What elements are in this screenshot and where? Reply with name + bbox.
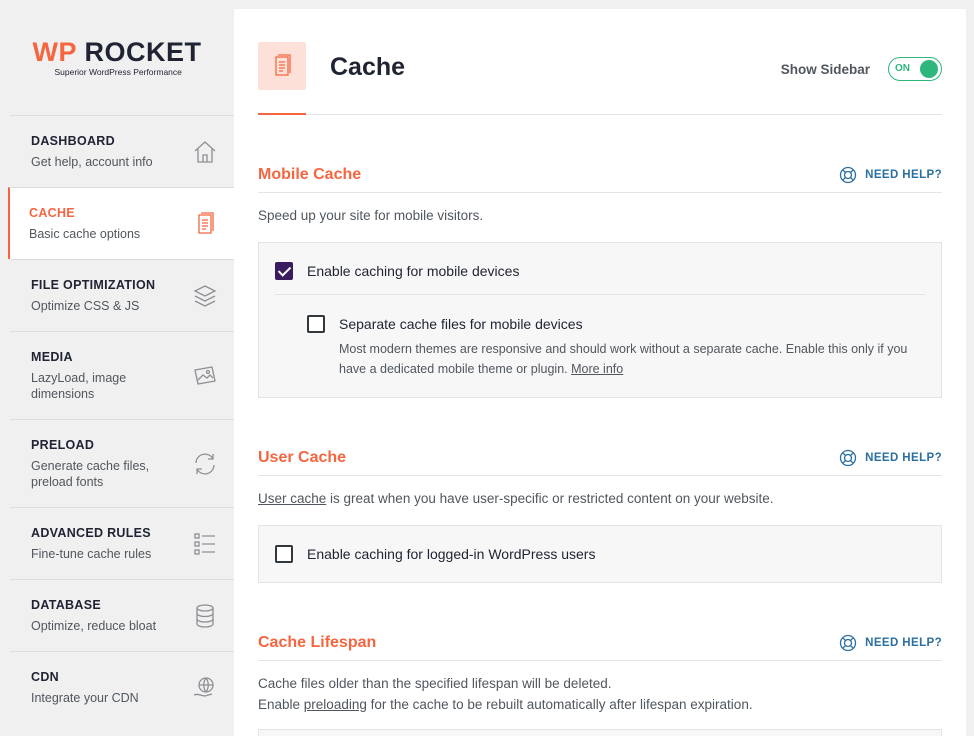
section-description: Speed up your site for mobile visitors. — [258, 208, 484, 223]
image-icon — [194, 365, 216, 385]
user-cache-section: User Cache NEED HELP? User cache is grea… — [258, 441, 942, 583]
section-header: User Cache NEED HELP? — [258, 441, 942, 476]
sidebar-item-advanced-rules[interactable]: ADVANCED RULES Fine-tune cache rules — [10, 507, 234, 579]
lifebuoy-icon — [840, 449, 857, 467]
section-title: Mobile Cache — [258, 166, 362, 183]
option-mobile-caching: Enable caching for mobile devices — [259, 243, 941, 294]
show-sidebar-toggle[interactable]: ON — [888, 57, 942, 81]
house-icon — [194, 140, 216, 163]
refresh-icon — [195, 452, 215, 475]
option-label: Enable caching for mobile devices — [307, 263, 520, 279]
option-label: Enable caching for logged-in WordPress u… — [307, 546, 596, 562]
option-description: Most modern themes are responsive and sh… — [339, 342, 908, 376]
header-underline — [258, 113, 306, 115]
section-description: User cache is great when you have user-s… — [258, 491, 774, 506]
section-header: Cache Lifespan NEED HELP? — [258, 626, 942, 661]
cache-header-icon — [258, 42, 306, 90]
need-help-link[interactable]: NEED HELP? — [839, 634, 942, 652]
document-icon — [275, 54, 291, 76]
section-title: User Cache — [258, 449, 347, 466]
layers-icon — [193, 284, 217, 307]
option-logged-in-caching: Enable caching for logged-in WordPress u… — [259, 526, 941, 582]
preloading-link[interactable]: preloading — [304, 697, 367, 712]
option-label: Separate cache files for mobile devices — [339, 316, 583, 332]
lifespan-options-box — [258, 729, 942, 736]
database-icon — [196, 603, 214, 628]
toggle-state-text: ON — [895, 63, 910, 74]
logo[interactable]: WP ROCKET Superior WordPress Performance — [0, 0, 234, 115]
logged-in-caching-checkbox[interactable] — [275, 545, 293, 563]
lifebuoy-icon — [840, 166, 857, 184]
option-separate-cache: Separate cache files for mobile devices … — [259, 295, 941, 397]
mobile-caching-checkbox[interactable] — [275, 262, 293, 280]
sidebar-item-cache[interactable]: CACHE Basic cache options — [8, 187, 234, 259]
logo-title: WP ROCKET — [32, 36, 202, 67]
list-icon — [194, 532, 215, 555]
sidebar-nav: DASHBOARD Get help, account info CACHE B… — [8, 115, 234, 723]
more-info-link[interactable]: More info — [571, 362, 623, 376]
sidebar-item-cdn[interactable]: CDN Integrate your CDN — [10, 651, 234, 723]
page-title: Cache — [330, 53, 406, 81]
main-panel: Cache Show Sidebar ON Mobile Cache NEED … — [234, 9, 966, 736]
mobile-cache-section: Mobile Cache NEED HELP? Speed up your si… — [258, 158, 942, 398]
user-cache-link[interactable]: User cache — [258, 491, 326, 506]
logo-tagline: Superior WordPress Performance — [54, 66, 182, 77]
sidebar-item-database[interactable]: DATABASE Optimize, reduce bloat — [10, 579, 234, 651]
lifebuoy-icon — [840, 634, 857, 652]
sidebar: WP ROCKET Superior WordPress Performance… — [0, 0, 234, 736]
document-icon — [198, 211, 214, 234]
sidebar-item-file-optimization[interactable]: FILE OPTIMIZATION Optimize CSS & JS — [10, 259, 234, 331]
section-title: Cache Lifespan — [258, 634, 377, 651]
user-options-box: Enable caching for logged-in WordPress u… — [258, 525, 942, 583]
sidebar-item-preload[interactable]: PRELOAD Generate cache files, preload fo… — [10, 419, 234, 507]
page-header: Cache Show Sidebar ON — [258, 9, 942, 115]
mobile-options-box: Enable caching for mobile devices Separa… — [258, 242, 942, 398]
show-sidebar-toggle-group: Show Sidebar ON — [781, 57, 942, 81]
toggle-knob — [920, 60, 938, 78]
separate-cache-checkbox[interactable] — [307, 315, 325, 333]
cache-lifespan-section: Cache Lifespan NEED HELP? Cache files ol… — [258, 626, 942, 736]
sidebar-item-media[interactable]: MEDIA LazyLoad, image dimensions — [10, 331, 234, 419]
section-description: Cache files older than the specified lif… — [258, 676, 753, 712]
globe-hand-icon — [193, 676, 214, 697]
section-header: Mobile Cache NEED HELP? — [258, 158, 942, 193]
need-help-link[interactable]: NEED HELP? — [839, 449, 942, 467]
sidebar-item-dashboard[interactable]: DASHBOARD Get help, account info — [10, 115, 234, 187]
show-sidebar-label: Show Sidebar — [780, 61, 870, 77]
need-help-link[interactable]: NEED HELP? — [839, 166, 942, 184]
